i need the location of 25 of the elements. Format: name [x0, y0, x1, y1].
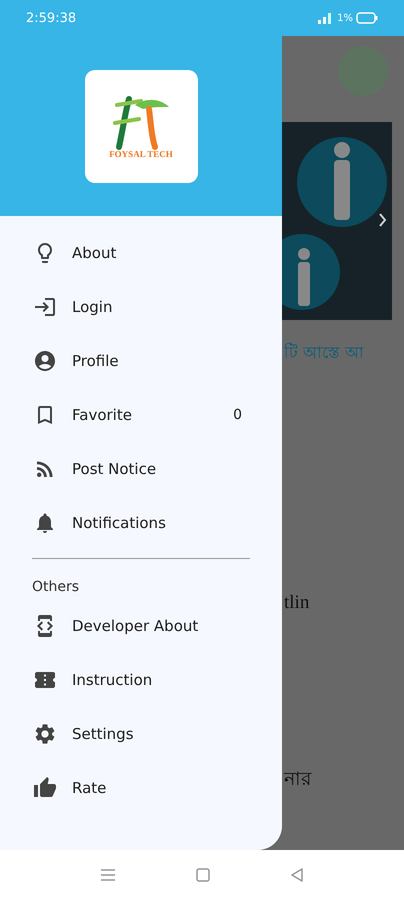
menu-item[interactable]: Favorite 0 — [0, 388, 282, 442]
link-text: টি আস্তে আ — [282, 342, 366, 364]
home-icon[interactable] — [196, 868, 210, 882]
account-icon — [32, 348, 58, 374]
section-title: Others — [31, 578, 80, 597]
menu-item[interactable]: Rate — [0, 761, 282, 815]
menu-item[interactable]: Settings — [0, 707, 282, 761]
brand-name: FOYSAL TECH — [109, 148, 173, 158]
menu-icon[interactable] — [100, 868, 116, 882]
battery-icon — [356, 12, 378, 24]
menu-item[interactable]: Notifications — [0, 496, 282, 550]
menu-item[interactable]: Post Notice — [0, 442, 282, 496]
title-text: tlin — [283, 592, 310, 614]
logo-icon — [111, 94, 171, 150]
battery-label: 1% — [337, 12, 353, 24]
title-text: নার — [282, 768, 313, 792]
menu-item[interactable]: About — [0, 226, 282, 280]
menu-item[interactable]: Login — [0, 280, 282, 334]
count-label: 0 — [233, 407, 242, 423]
time-label: 2:59:38 — [26, 10, 78, 26]
menu-item[interactable]: Developer About — [0, 599, 282, 653]
back-icon[interactable] — [290, 868, 304, 882]
signal-icon — [317, 12, 332, 24]
menu-item[interactable]: Profile — [0, 334, 282, 388]
menu-item[interactable]: Instruction — [0, 653, 282, 707]
